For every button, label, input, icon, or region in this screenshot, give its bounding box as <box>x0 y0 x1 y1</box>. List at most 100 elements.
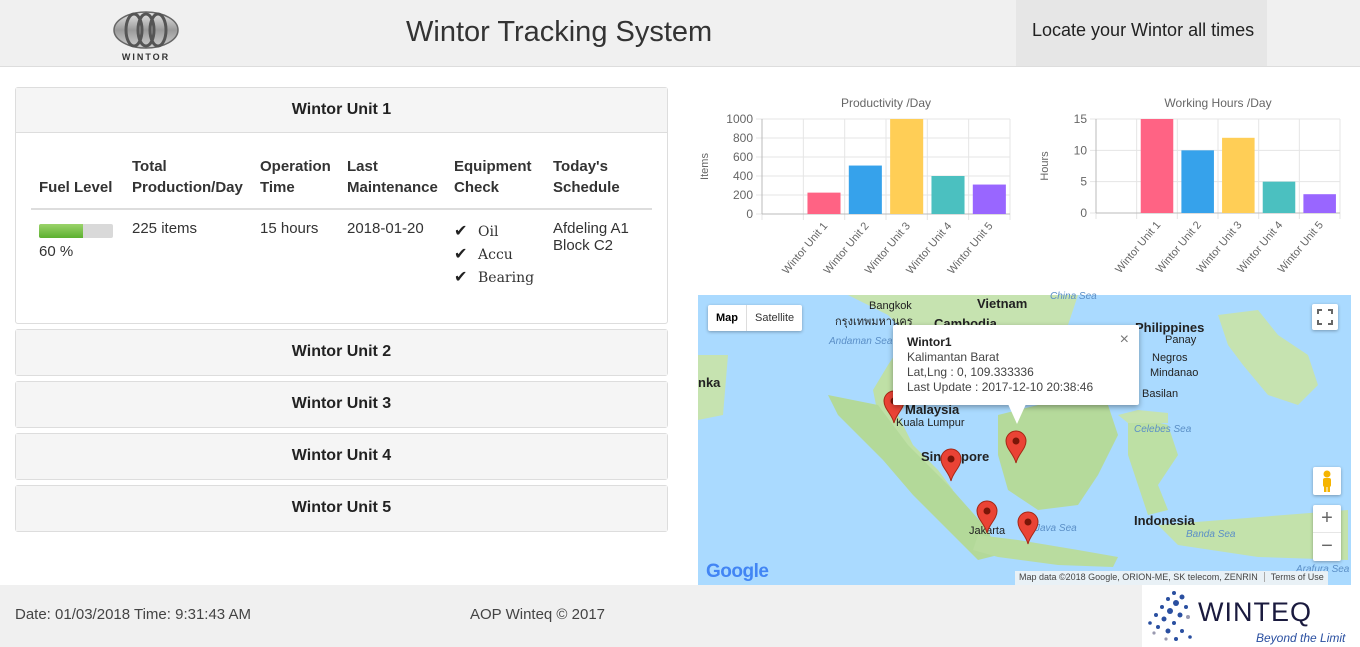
unit-panel-5-heading[interactable]: Wintor Unit 5 <box>16 486 667 531</box>
map-label-singapore-part1: Sin <box>921 449 942 464</box>
unit-panel-4-heading[interactable]: Wintor Unit 4 <box>16 434 667 479</box>
col-operation-time: Operation Time <box>252 148 339 210</box>
chart-y-tick-label: 1000 <box>726 112 753 126</box>
street-view-pegman[interactable] <box>1313 467 1341 495</box>
map-label-negros: Negros <box>1152 352 1188 364</box>
map-label-philippines: Philippines <box>1135 320 1205 335</box>
logo-text: WINTOR <box>121 52 171 62</box>
info-window-title: Wintor1 <box>907 335 952 349</box>
chart-y-tick-label: 10 <box>1074 143 1088 157</box>
map-marker-pin[interactable] <box>1005 430 1027 464</box>
chart-bar <box>972 184 1006 214</box>
map-type-map-button[interactable]: Map <box>708 305 746 331</box>
unit-accordion: Wintor Unit 1 Fuel Level Total Productio… <box>15 87 668 537</box>
map-label-andaman-sea: Andaman Sea <box>829 336 893 347</box>
checkmark-icon: ✔ <box>454 221 468 240</box>
copyright-text: AOP Winteq © 2017 <box>470 606 606 623</box>
map-type-control: Map Satellite <box>708 305 803 331</box>
unit-panel-2: Wintor Unit 2 <box>15 329 668 376</box>
fuel-level-cell: 60 % <box>31 209 124 299</box>
chart-y-tick-label: 600 <box>733 150 753 164</box>
fuel-level-label: 60 % <box>39 243 74 260</box>
chart-bar <box>1140 119 1174 213</box>
working-hours-chart: Working Hours /Day Hours 0 5 10 15 Wintor Unit… <box>1036 92 1352 293</box>
map-label-vietnam: Vietnam <box>977 296 1028 311</box>
fullscreen-button[interactable] <box>1312 304 1338 330</box>
map-label-banda-sea: Banda Sea <box>1186 529 1236 540</box>
map-label-nka: nka <box>698 375 721 390</box>
zoom-out-button[interactable]: − <box>1313 533 1341 561</box>
productivity-chart-svg: Productivity /DayItems02004006008001000W… <box>699 96 1011 277</box>
production-cell: 225 items <box>132 220 198 237</box>
map-marker-pin[interactable] <box>976 500 998 534</box>
schedule-afdeling: Afdeling A1 <box>553 220 629 237</box>
map-type-satellite-button[interactable]: Satellite <box>746 305 802 331</box>
wintor-logo: WINTOR <box>110 8 182 64</box>
chart-bar <box>807 192 841 214</box>
table-header-row: Fuel Level Total Production/Day Operatio… <box>31 148 652 210</box>
col-fuel-level: Fuel Level <box>31 148 124 210</box>
chart-y-tick-label: 200 <box>733 188 753 202</box>
unit-panel-3-heading[interactable]: Wintor Unit 3 <box>16 382 667 427</box>
unit-panel-5: Wintor Unit 5 <box>15 485 668 532</box>
zoom-in-button[interactable]: + <box>1313 505 1341 533</box>
unit-panel-1-body: Fuel Level Total Production/Day Operatio… <box>16 133 667 323</box>
info-window-latlng: Lat,Lng : 0, 109.333336 <box>907 365 1034 379</box>
unit-panel-1-heading[interactable]: Wintor Unit 1 <box>16 88 667 133</box>
col-equipment-check: Equipment Check <box>446 148 545 210</box>
equipment-accu: Accu <box>478 247 513 263</box>
terms-of-use-link[interactable]: Terms of Use <box>1263 572 1324 582</box>
fuel-progress-bar <box>39 224 113 238</box>
map-data-credit: Map data ©2018 Google, ORION-ME, SK tele… <box>1019 572 1258 582</box>
map-label-indonesia: Indonesia <box>1134 513 1195 528</box>
fullscreen-icon <box>1317 309 1333 325</box>
chart-y-axis-label: Hours <box>1039 151 1051 181</box>
map-label-china-sea: China Sea <box>1050 291 1097 302</box>
chart-bar <box>1222 137 1255 213</box>
chart-bar <box>931 176 965 214</box>
unit-panel-1: Wintor Unit 1 Fuel Level Total Productio… <box>15 87 668 324</box>
tagline: Locate your Wintor all times <box>1016 0 1267 66</box>
map-label-bangkok: Bangkok <box>869 300 912 312</box>
map-marker-pin[interactable] <box>1017 511 1039 545</box>
winteq-logo-mark <box>1148 591 1192 641</box>
schedule-block: Block C2 <box>553 237 614 254</box>
chart-y-tick-label: 0 <box>1080 206 1087 220</box>
info-window-tail <box>1008 404 1026 424</box>
current-datetime: Date: 01/03/2018 Time: 9:31:43 AM <box>15 606 251 623</box>
chart-bar <box>1303 194 1336 213</box>
winteq-slogan: Beyond the Limit <box>1256 631 1346 645</box>
col-last-maintenance: Last Maintenance <box>339 148 446 210</box>
equipment-check-item: ✔ Accu <box>454 243 537 266</box>
last-maintenance-cell: 2018-01-20 <box>347 220 424 237</box>
unit-panel-3: Wintor Unit 3 <box>15 381 668 428</box>
google-logo: Google <box>706 561 769 583</box>
pegman-icon <box>1323 470 1331 492</box>
info-window-last-update: Last Update : 2017-12-10 20:38:46 <box>907 380 1094 394</box>
map-label-singapore-part2: pore <box>961 449 990 464</box>
chart-y-tick-label: 0 <box>746 207 753 221</box>
map-label-panay: Panay <box>1165 334 1197 346</box>
col-total-production: Total Production/Day <box>124 148 252 210</box>
chart-bar <box>1262 181 1296 213</box>
unit-panel-4: Wintor Unit 4 <box>15 433 668 480</box>
app-header: WINTOR Wintor Tracking System Locate you… <box>0 0 1360 67</box>
equipment-oil: Oil <box>478 224 499 240</box>
equipment-check-item: ✔ Oil <box>454 220 537 243</box>
equipment-check-cell: ✔ Oil ✔ Accu ✔ Bearing <box>446 209 545 299</box>
map-label-java-sea: Java Sea <box>1035 523 1077 534</box>
google-logo-text: Google <box>706 561 769 582</box>
map-label-kuala-lumpur: Kuala Lumpur <box>896 417 965 429</box>
map-marker-pin[interactable] <box>940 448 962 482</box>
map-label-celebes-sea: Celebes Sea <box>1134 424 1192 435</box>
equipment-check-item: ✔ Bearing <box>454 266 537 289</box>
winteq-brand-text: WINTEQ <box>1198 597 1312 627</box>
chart-y-tick-label: 800 <box>733 131 753 145</box>
page-title: Wintor Tracking System <box>406 16 713 48</box>
map-attribution: Map data ©2018 Google, ORION-ME, SK tele… <box>1015 571 1328 585</box>
unit-panel-2-heading[interactable]: Wintor Unit 2 <box>16 330 667 375</box>
zoom-control: + − <box>1313 505 1341 561</box>
chart-title: Productivity /Day <box>841 96 931 110</box>
chart-y-tick-label: 5 <box>1080 175 1087 189</box>
info-window-close-button[interactable]: × <box>1120 332 1129 348</box>
